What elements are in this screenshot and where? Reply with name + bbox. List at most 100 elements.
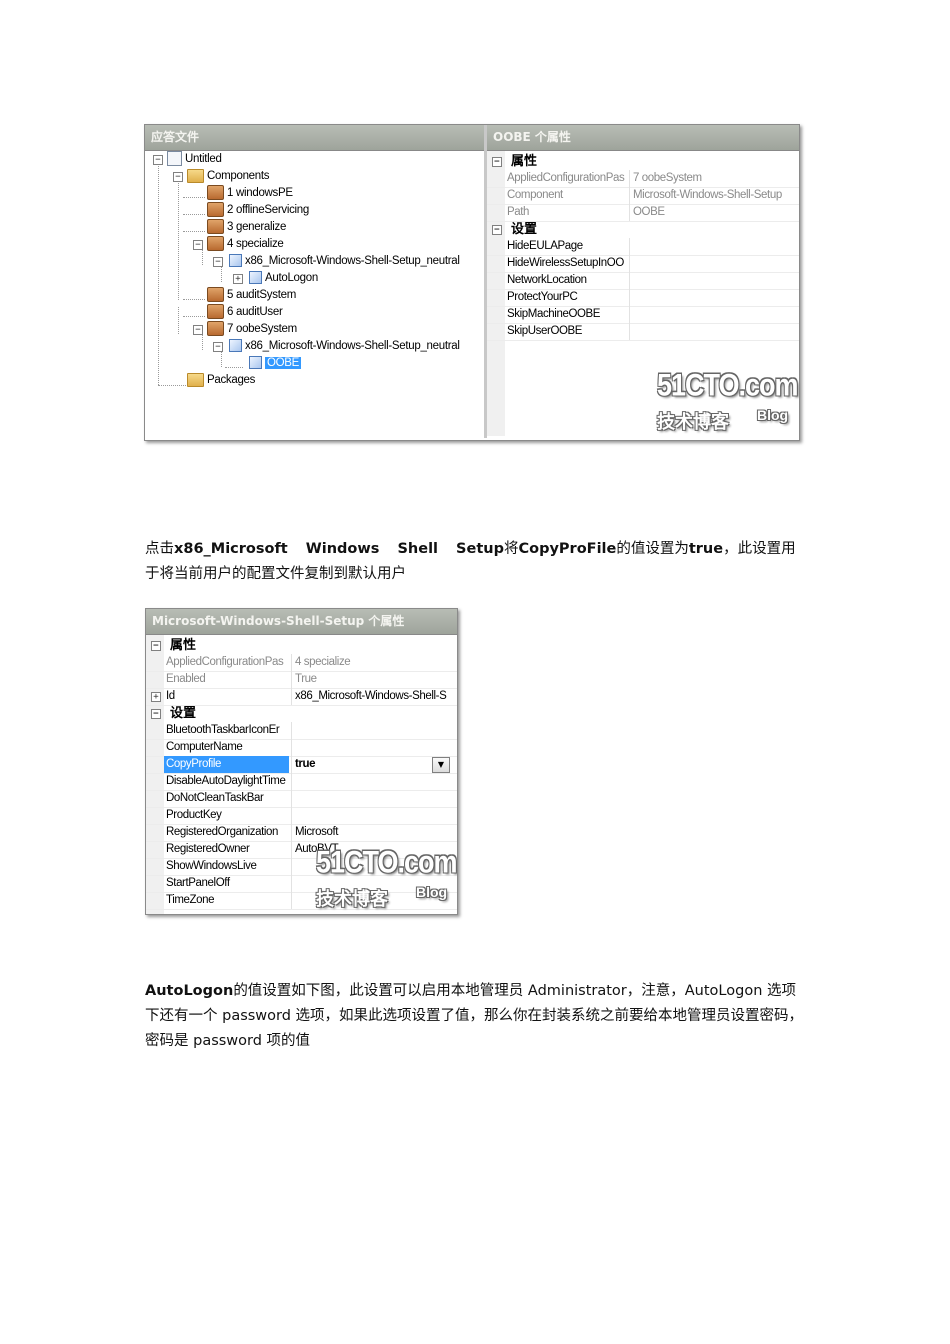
expand-toggle[interactable]: + [233, 274, 243, 284]
grid-value[interactable] [291, 790, 455, 807]
folder-icon [187, 372, 204, 387]
tree-item-components[interactable]: Components [187, 168, 270, 185]
grid-row[interactable]: NetworkLocation [487, 272, 799, 290]
answer-file-tree: − Untitled − Components 1 windowsPE 2 of… [145, 151, 484, 436]
answer-file-pane-title: 应答文件 [145, 125, 484, 151]
collapse-toggle[interactable]: − [151, 641, 161, 651]
grid-row-selected[interactable]: CopyProfile true ▼ [146, 756, 457, 774]
tree-item-pass[interactable]: 5 auditSystem [207, 287, 296, 304]
grid-value[interactable] [291, 807, 455, 824]
config-pass-icon [207, 202, 224, 218]
answer-file-screenshot: 应答文件 − Untitled − Components 1 windowsPE… [144, 124, 800, 441]
grid-name: Component [507, 189, 563, 201]
collapse-toggle[interactable]: − [492, 157, 502, 167]
grid-row[interactable]: + Id x86_Microsoft-Windows-Shell-S [146, 688, 457, 706]
collapse-toggle[interactable]: − [492, 225, 502, 235]
expand-toggle[interactable]: + [151, 692, 161, 702]
grid-value: 4 specialize [291, 654, 455, 671]
grid-row[interactable]: Component Microsoft-Windows-Shell-Setup [487, 187, 799, 205]
tree-item-pass[interactable]: 1 windowsPE [207, 185, 293, 202]
watermark-blog: Blog [757, 407, 789, 423]
tree-item-component[interactable]: x86_Microsoft-Windows-Shell-Setup_neutra… [229, 338, 460, 355]
category-properties[interactable]: − 属性 [146, 637, 457, 654]
tree-item-untitled[interactable]: Untitled [167, 151, 222, 168]
para-bold: true [688, 541, 724, 557]
properties-pane: OOBE 个属性 − 属性 AppliedConfigurationPas 7 … [487, 125, 799, 438]
chevron-down-icon: ▼ [437, 760, 445, 769]
tree-item-pass[interactable]: 4 specialize [207, 236, 284, 253]
collapse-toggle[interactable]: − [213, 257, 223, 267]
grid-row[interactable]: ProductKey [146, 807, 457, 825]
watermark-subtitle: 技术博客 [657, 412, 729, 432]
tree-item-pass[interactable]: 6 auditUser [207, 304, 283, 321]
collapse-toggle[interactable]: − [151, 709, 161, 719]
grid-row[interactable]: SkipUserOOBE [487, 323, 799, 341]
dropdown-button[interactable]: ▼ [432, 757, 450, 773]
grid-value[interactable] [291, 722, 455, 739]
grid-value[interactable] [291, 739, 455, 756]
grid-name: DoNotCleanTaskBar [166, 792, 264, 804]
grid-row[interactable]: HideWirelessSetupInOO [487, 255, 799, 273]
category-properties[interactable]: − 属性 [487, 153, 799, 170]
tree-item-component[interactable]: x86_Microsoft-Windows-Shell-Setup_neutra… [229, 253, 460, 270]
grid-name: ComputerName [166, 741, 243, 753]
component-icon [249, 356, 262, 370]
watermark-subtitle: 技术博客 [316, 889, 388, 909]
grid-row[interactable]: AppliedConfigurationPas 4 specialize [146, 654, 457, 672]
tree-item-oobe[interactable]: OOBE [249, 355, 302, 372]
grid-value[interactable] [629, 255, 798, 272]
grid-row[interactable]: Enabled True [146, 671, 457, 689]
grid-row[interactable]: HideEULAPage [487, 238, 799, 256]
grid-value[interactable] [629, 306, 798, 323]
instruction-paragraph-1: 点击x86_Microsoft Windows Shell Setup将Copy… [145, 537, 810, 587]
para-text: 将 [503, 541, 519, 557]
grid-row[interactable]: RegisteredOrganization Microsoft [146, 824, 457, 842]
grid-value: x86_Microsoft-Windows-Shell-S [291, 688, 455, 705]
para-text: 的值设置如下图，此设置可以启用本地管理员 Administrator，注意，Au… [145, 983, 804, 1049]
grid-value[interactable] [629, 323, 798, 340]
config-pass-icon [207, 287, 224, 303]
grid-row[interactable]: TimeZone [146, 892, 457, 910]
category-settings[interactable]: − 设置 [487, 221, 799, 238]
grid-name: SkipUserOOBE [507, 325, 583, 337]
collapse-toggle[interactable]: − [173, 172, 183, 182]
para-bold: x86_Microsoft Windows Shell Setup [174, 541, 504, 557]
grid-name: ProtectYourPC [507, 291, 578, 303]
grid-row[interactable]: Path OOBE [487, 204, 799, 222]
grid-value[interactable] [629, 289, 798, 306]
config-pass-icon [207, 321, 224, 337]
grid-value[interactable] [291, 773, 455, 790]
component-icon [229, 254, 242, 268]
tree-item-pass[interactable]: 7 oobeSystem [207, 321, 297, 338]
grid-row[interactable]: DoNotCleanTaskBar [146, 790, 457, 808]
grid-value[interactable] [629, 238, 798, 255]
copyprofile-value-select[interactable]: true [291, 756, 429, 773]
shell-setup-properties-screenshot: Microsoft-Windows-Shell-Setup 个属性 − 属性 A… [145, 608, 458, 915]
config-pass-icon [207, 236, 224, 252]
grid-row[interactable]: DisableAutoDaylightTime [146, 773, 457, 791]
grid-row[interactable]: BluetoothTaskbarIconEr [146, 722, 457, 740]
collapse-toggle[interactable]: − [193, 325, 203, 335]
grid-value[interactable] [629, 272, 798, 289]
grid-row[interactable]: SkipMachineOOBE [487, 306, 799, 324]
collapse-toggle[interactable]: − [213, 342, 223, 352]
grid-name: StartPanelOff [166, 877, 230, 889]
collapse-toggle[interactable]: − [153, 155, 163, 165]
tree-item-packages[interactable]: Packages [187, 372, 255, 389]
tree-item-pass[interactable]: 3 generalize [207, 219, 286, 236]
para-text: 点击 [145, 541, 174, 557]
grid-value: Microsoft-Windows-Shell-Setup [629, 187, 798, 204]
grid-row[interactable]: AppliedConfigurationPas 7 oobeSystem [487, 170, 799, 188]
collapse-toggle[interactable]: − [193, 240, 203, 250]
category-settings[interactable]: − 设置 [146, 705, 457, 722]
watermark-logo: 51CTO.com [316, 844, 457, 880]
grid-row[interactable]: ProtectYourPC [487, 289, 799, 307]
grid-value: 7 oobeSystem [629, 170, 798, 187]
grid-row[interactable]: ComputerName [146, 739, 457, 757]
tree-item-autologon[interactable]: AutoLogon [249, 270, 318, 287]
grid-value[interactable]: Microsoft [291, 824, 455, 841]
tree-item-pass[interactable]: 2 offlineServicing [207, 202, 309, 219]
grid-name: BluetoothTaskbarIconEr [166, 724, 280, 736]
property-grid: − 属性 AppliedConfigurationPas 4 specializ… [146, 635, 457, 914]
property-grid: − 属性 AppliedConfigurationPas 7 oobeSyste… [487, 151, 799, 436]
